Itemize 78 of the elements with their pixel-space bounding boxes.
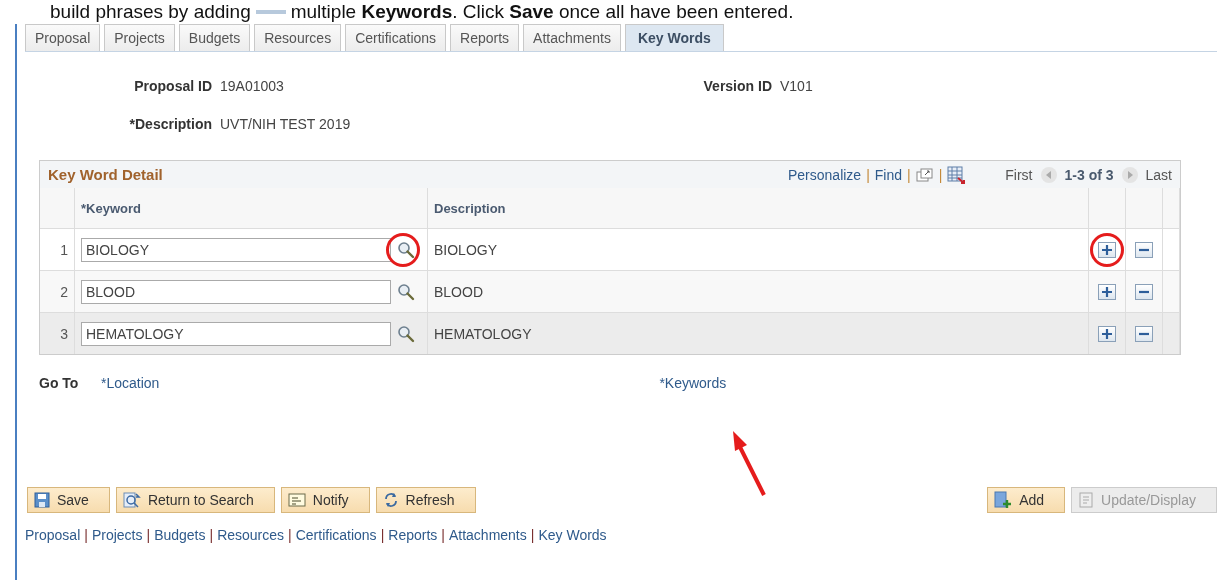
delete-row-button[interactable] bbox=[1135, 241, 1153, 258]
add-document-icon bbox=[994, 491, 1013, 509]
spreadsheet-icon[interactable] bbox=[947, 165, 966, 184]
plus-icon bbox=[1102, 244, 1112, 255]
toolbar-button[interactable]: Add bbox=[987, 487, 1066, 513]
separator: | bbox=[288, 527, 292, 543]
field-label: *Description bbox=[128, 116, 213, 132]
separator: | bbox=[907, 166, 911, 183]
page-link[interactable]: Resources bbox=[217, 527, 285, 543]
delete-row-button[interactable] bbox=[1135, 325, 1153, 342]
plus-icon bbox=[1102, 328, 1112, 339]
personalize-link[interactable]: Personalize bbox=[788, 166, 862, 183]
row-range: 1-3 of 3 bbox=[1064, 166, 1114, 183]
separator: | bbox=[441, 527, 445, 543]
table-cell: HEMATOLOGY bbox=[434, 325, 532, 342]
separator: | bbox=[866, 166, 870, 183]
separator: | bbox=[209, 527, 214, 543]
find-link[interactable]: Find bbox=[874, 166, 902, 183]
first-link[interactable]: First bbox=[1005, 166, 1033, 183]
field-label: Version ID bbox=[702, 78, 773, 94]
toolbar-button[interactable]: Return to Search bbox=[115, 487, 275, 513]
add-row-button[interactable] bbox=[1098, 283, 1116, 300]
page-link[interactable]: *Keywords bbox=[659, 375, 727, 391]
field-value: 19A01003 bbox=[220, 78, 285, 94]
field-value: V101 bbox=[780, 78, 814, 94]
page-link[interactable]: Attachments bbox=[448, 527, 527, 543]
refresh-icon bbox=[382, 492, 399, 508]
tab[interactable]: Certifications bbox=[345, 24, 447, 51]
tab[interactable]: Proposal bbox=[25, 24, 101, 51]
tab[interactable]: Projects bbox=[104, 24, 175, 51]
instruction-text: build phrases by adding bbox=[50, 0, 251, 24]
page-link[interactable]: Key Words bbox=[538, 527, 607, 543]
toolbar-button[interactable]: Save bbox=[27, 487, 110, 513]
grid-title: Key Word Detail bbox=[48, 166, 164, 183]
field-value: UVT/NIH TEST 2019 bbox=[220, 116, 352, 132]
column-header: *Keyword bbox=[81, 200, 141, 216]
search-icon[interactable] bbox=[397, 282, 415, 301]
separator: | bbox=[84, 527, 88, 543]
toolbar-button[interactable]: Notify bbox=[280, 487, 370, 513]
row-number: 2 bbox=[60, 283, 68, 300]
tab[interactable]: Budgets bbox=[178, 24, 251, 51]
document-icon bbox=[1078, 492, 1095, 508]
column-header: Description bbox=[434, 200, 506, 216]
instruction-text: multiple Keywords. Click Save once all have been entered. bbox=[290, 0, 794, 24]
page-link[interactable]: Reports bbox=[388, 527, 438, 543]
page-link[interactable]: Budgets bbox=[154, 527, 206, 543]
table-cell: BLOOD bbox=[434, 283, 483, 300]
tab[interactable]: Reports bbox=[450, 24, 520, 51]
separator: | bbox=[530, 527, 535, 543]
add-row-button[interactable] bbox=[1098, 241, 1116, 258]
plus-icon bbox=[1102, 286, 1112, 297]
tab[interactable]: Resources bbox=[254, 24, 342, 51]
page-link[interactable]: *Location bbox=[101, 375, 160, 391]
separator: | bbox=[938, 166, 943, 183]
add-row-button[interactable] bbox=[1098, 325, 1116, 342]
toolbar-button[interactable]: Refresh bbox=[375, 487, 476, 513]
table-cell: BIOLOGY bbox=[434, 241, 498, 258]
field-label: Proposal ID bbox=[133, 78, 213, 94]
note-icon bbox=[287, 492, 306, 508]
keyword-field[interactable]: BIOLOGY bbox=[81, 237, 391, 262]
row-number: 3 bbox=[60, 325, 68, 342]
magnifier-document-icon bbox=[122, 492, 141, 508]
search-icon[interactable] bbox=[397, 240, 415, 259]
tab[interactable]: Attachments bbox=[523, 24, 621, 51]
delete-row-button[interactable] bbox=[1135, 283, 1153, 300]
page-link[interactable]: Proposal bbox=[25, 527, 81, 543]
search-icon[interactable] bbox=[397, 324, 415, 343]
go-to-label: Go To bbox=[39, 375, 80, 391]
field-icon bbox=[255, 10, 286, 14]
page-link[interactable]: Projects bbox=[91, 527, 143, 543]
last-link[interactable]: Last bbox=[1145, 166, 1172, 183]
page-link[interactable]: Certifications bbox=[295, 527, 377, 543]
separator: | bbox=[146, 527, 151, 543]
keyword-field[interactable]: HEMATOLOGY bbox=[81, 321, 391, 346]
row-number: 1 bbox=[60, 241, 68, 258]
keyword-field[interactable]: BLOOD bbox=[81, 279, 391, 304]
separator: | bbox=[380, 527, 385, 543]
tab[interactable]: Key Words bbox=[624, 24, 724, 51]
